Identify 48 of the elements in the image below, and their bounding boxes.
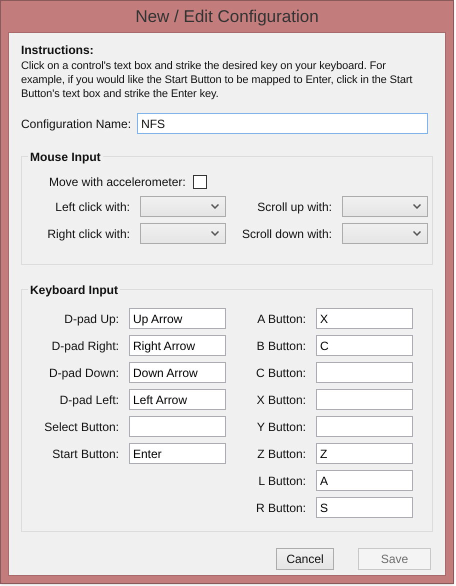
field-label: D-pad Up: <box>63 310 120 328</box>
chevron-down-icon <box>413 231 421 236</box>
text-field[interactable]: Left Arrow <box>129 389 226 410</box>
chevron-down-icon <box>211 231 219 236</box>
field-label: B Button: <box>256 338 307 354</box>
dropdown[interactable] <box>342 196 428 217</box>
chevron-down-icon <box>211 204 219 209</box>
text-field[interactable] <box>316 389 413 410</box>
cancel-button[interactable]: Cancel <box>276 548 334 570</box>
text-field[interactable]: A <box>316 470 413 491</box>
checkbox[interactable] <box>192 175 207 189</box>
field-label: Left click with: <box>54 198 131 216</box>
text-field[interactable] <box>316 416 413 437</box>
text-field[interactable]: C <box>316 335 413 356</box>
chevron-down-icon <box>413 204 421 209</box>
text-field[interactable]: Enter <box>129 443 226 464</box>
field-label: Move with accelerometer: <box>49 174 187 191</box>
field-label: Scroll up with: <box>256 198 333 216</box>
field-label: Z Button: <box>256 446 307 462</box>
text-field[interactable]: Up Arrow <box>129 308 226 329</box>
instructions-text: Click on a control's text box and strike the desired key on your keyboard. For example, if you would like the Start Button to be mapped to Enter, click in the Start Button's text box and strike the Enter key. <box>21 59 414 101</box>
field-label: Y Button: <box>256 418 307 436</box>
text-field[interactable] <box>316 362 413 383</box>
configuration-name-field[interactable]: NFS <box>137 113 428 134</box>
text-field[interactable] <box>129 416 226 437</box>
field-label: X Button: <box>256 392 307 408</box>
field-label: A Button: <box>256 310 307 328</box>
text-field[interactable]: Z <box>316 443 413 464</box>
field-label: Scroll down with: <box>240 226 333 242</box>
field-label: D-pad Down: <box>48 364 120 382</box>
field-label: C Button: <box>254 364 307 382</box>
field-label: L Button: <box>257 472 307 490</box>
field-label: Configuration Name: <box>21 116 132 132</box>
text-field[interactable]: Down Arrow <box>129 362 226 383</box>
window-title: New / Edit Configuration <box>135 6 319 28</box>
field-label: R Button: <box>254 500 307 516</box>
instructions-heading: Instructions: <box>21 42 95 59</box>
dropdown[interactable] <box>140 223 226 244</box>
text-field[interactable]: X <box>316 308 413 329</box>
field-label: Start Button: <box>51 446 120 462</box>
text-field[interactable]: S <box>316 497 413 518</box>
field-label: Select Button: <box>43 418 120 436</box>
dropdown[interactable] <box>342 223 428 244</box>
field-label: D-pad Left: <box>58 392 120 408</box>
text-field[interactable]: Right Arrow <box>129 335 226 356</box>
dropdown[interactable] <box>140 196 226 217</box>
field-label: D-pad Right: <box>50 338 120 354</box>
field-label: Right click with: <box>46 226 131 242</box>
